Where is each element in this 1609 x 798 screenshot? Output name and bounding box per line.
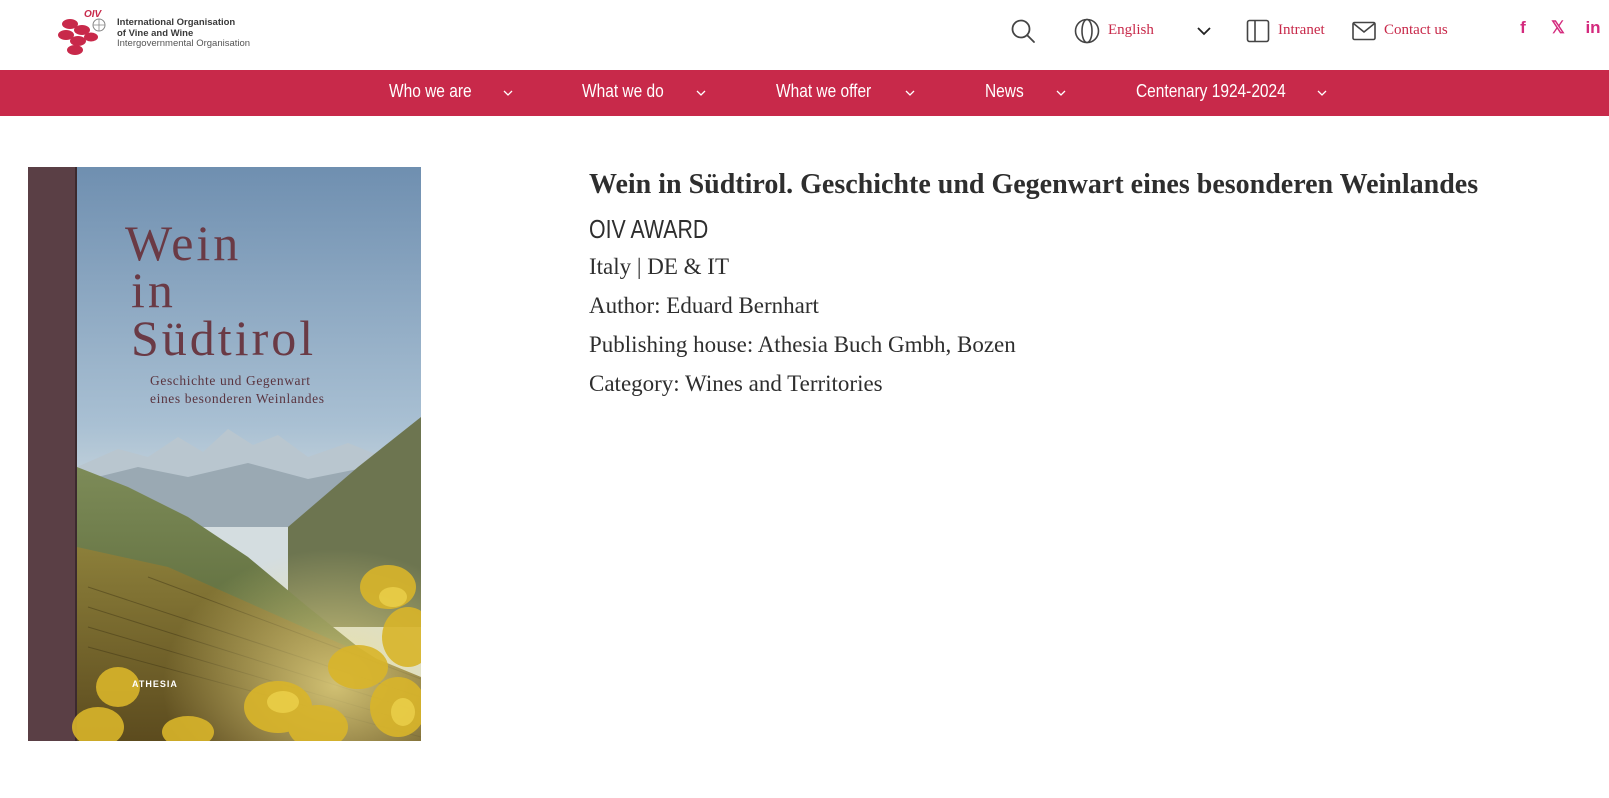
linkedin-icon[interactable]: in (1582, 17, 1604, 39)
book-title: Wein in Südtirol. Geschichte und Gegenwa… (589, 169, 1479, 200)
nav-label: Who we are (389, 81, 472, 101)
chevron-down-icon (1317, 90, 1327, 96)
nav-item-news[interactable]: News (985, 70, 1070, 116)
intranet-label: Intranet (1278, 22, 1325, 38)
chevron-down-icon (696, 90, 706, 96)
intranet-link[interactable]: Intranet (1246, 19, 1346, 45)
cover-subtitle-line-1: Geschichte und Gegenwart (150, 373, 311, 388)
nav-item-who-we-are[interactable]: Who we are (389, 70, 519, 116)
mail-icon (1352, 21, 1376, 41)
contact-us-label: Contact us (1384, 22, 1448, 38)
logo-oiv-mark: OIV (84, 9, 102, 20)
nav-label: Centenary 1924-2024 (1136, 81, 1286, 101)
logo-line-3: Intergovernmental Organisation (117, 38, 251, 49)
cover-publisher-mark: ATHESIA (132, 679, 178, 689)
site-header: OIV International Organisation of Vine a… (0, 0, 1609, 70)
book-cover-illustration: Wein in Südtirol Geschichte und Gegenwar… (28, 167, 421, 741)
nav-label: News (985, 81, 1024, 101)
logo-text: International Organisation of Vine and W… (117, 17, 251, 50)
language-label: English (1108, 22, 1154, 38)
chevron-down-icon (905, 90, 915, 96)
main-nav: Who we are What we do What we offer News… (0, 70, 1609, 116)
nav-label: What we offer (776, 81, 872, 101)
book-cover-image: Wein in Südtirol Geschichte und Gegenwar… (28, 167, 421, 741)
logo-line-1: International Organisation (117, 17, 236, 28)
book-author: Author: Eduard Bernhart (589, 293, 819, 318)
language-selector[interactable]: English (1074, 18, 1264, 44)
nav-item-centenary[interactable]: Centenary 1924-2024 (1136, 70, 1336, 116)
oiv-logo[interactable]: OIV International Organisation of Vine a… (56, 9, 256, 56)
country-language: Italy | DE & IT (589, 254, 730, 279)
search-icon[interactable] (1010, 18, 1036, 44)
contact-us-link[interactable]: Contact us (1352, 19, 1462, 45)
book-category: Category: Wines and Territories (589, 371, 883, 396)
cover-title-line-3: Südtirol (131, 310, 316, 366)
chevron-down-icon (1056, 90, 1066, 96)
nav-item-what-we-do[interactable]: What we do (582, 70, 712, 116)
cover-subtitle-line-2: eines besonderen Weinlandes (150, 391, 325, 406)
facebook-icon[interactable]: f (1512, 17, 1534, 39)
chevron-down-icon (503, 90, 513, 96)
book-publisher: Publishing house: Athesia Buch Gmbh, Boz… (589, 332, 1016, 357)
x-twitter-icon[interactable]: 𝕏 (1547, 17, 1569, 39)
globe-icon (1074, 18, 1100, 44)
book-details: Wein in Südtirol. Geschichte und Gegenwa… (589, 166, 1599, 403)
sidebar-panel-icon (1246, 19, 1270, 43)
award-label: OIV AWARD (589, 214, 709, 244)
chevron-down-icon (1197, 27, 1211, 36)
nav-item-what-we-offer[interactable]: What we offer (776, 70, 921, 116)
nav-label: What we do (582, 81, 664, 101)
